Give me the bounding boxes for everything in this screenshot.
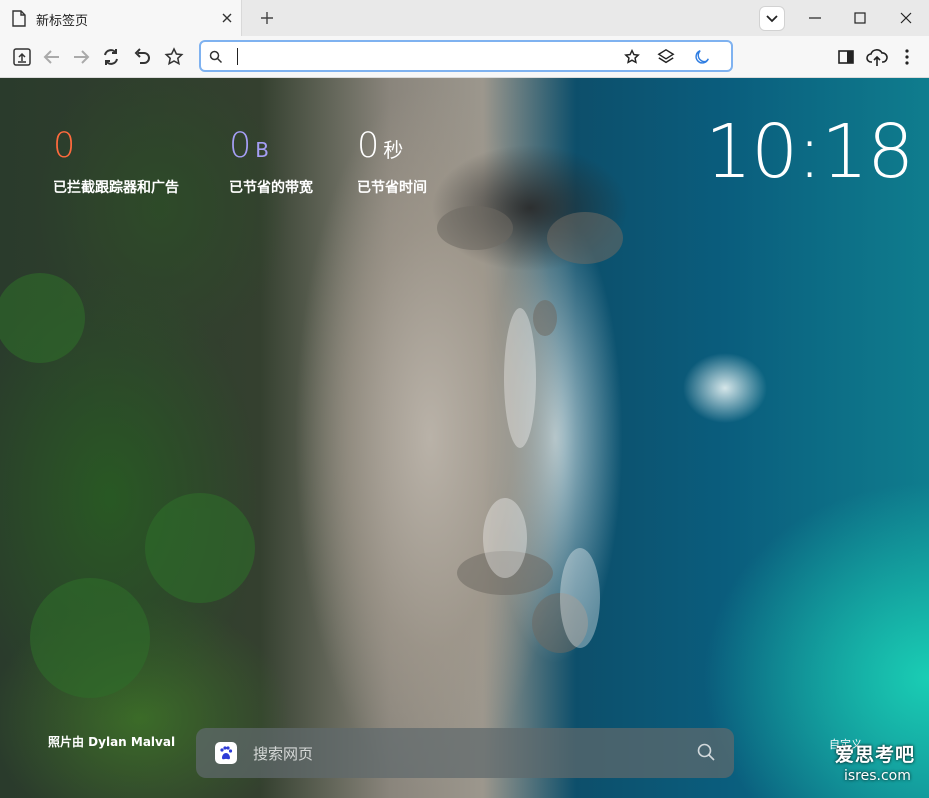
time-value: 0 bbox=[357, 126, 380, 166]
more-vertical-icon[interactable] bbox=[895, 45, 919, 69]
watermark-line2: isres.com bbox=[844, 768, 911, 784]
undo-icon[interactable] bbox=[130, 45, 154, 69]
bandwidth-caption: 已节省的带宽 bbox=[229, 180, 313, 196]
reload-icon[interactable] bbox=[99, 45, 123, 69]
search-icon[interactable] bbox=[696, 742, 716, 766]
layers-icon[interactable] bbox=[655, 46, 677, 68]
bandwidth-unit: B bbox=[255, 138, 270, 162]
star-icon[interactable] bbox=[621, 46, 643, 68]
new-tab-page: 0 已拦截跟踪器和广告 0B 已节省的带宽 0秒 已节省时间 10:18 照片由… bbox=[0, 78, 929, 798]
cloud-upload-icon[interactable] bbox=[865, 45, 889, 69]
back-arrow-icon[interactable] bbox=[40, 45, 64, 69]
time-unit: 秒 bbox=[383, 138, 404, 162]
watermark: 爱思考吧 isres.com bbox=[835, 740, 915, 784]
page-icon bbox=[12, 10, 26, 31]
stat-bandwidth: 0B 已节省的带宽 bbox=[229, 126, 313, 196]
time-caption: 已节省时间 bbox=[357, 180, 427, 196]
tab-title: 新标签页 bbox=[36, 14, 89, 29]
search-box[interactable]: 搜索网页 bbox=[196, 728, 734, 778]
chevron-down-icon[interactable] bbox=[759, 6, 785, 31]
plus-icon[interactable] bbox=[256, 7, 278, 29]
watermark-line1: 爱思考吧 bbox=[835, 744, 916, 766]
clock: 10:18 bbox=[705, 109, 914, 195]
tab-new-tab[interactable]: 新标签页 bbox=[0, 0, 242, 36]
address-input[interactable] bbox=[239, 46, 619, 68]
photo-credit[interactable]: 照片由 Dylan Malval bbox=[48, 733, 175, 750]
maximize-icon[interactable] bbox=[848, 6, 872, 30]
close-window-icon[interactable] bbox=[894, 6, 918, 30]
upload-page-icon[interactable] bbox=[10, 45, 34, 69]
search-placeholder: 搜索网页 bbox=[253, 745, 314, 763]
forward-arrow-icon[interactable] bbox=[69, 45, 93, 69]
moon-icon[interactable] bbox=[691, 46, 713, 68]
close-icon[interactable] bbox=[218, 9, 236, 27]
trackers-count: 0 bbox=[53, 126, 76, 166]
address-bar[interactable] bbox=[199, 40, 733, 72]
trackers-caption: 已拦截跟踪器和广告 bbox=[53, 180, 179, 196]
minimize-icon[interactable] bbox=[803, 6, 827, 30]
search-icon bbox=[209, 49, 223, 68]
bookmark-star-icon[interactable] bbox=[162, 45, 186, 69]
sidebar-icon[interactable] bbox=[834, 45, 858, 69]
stat-time: 0秒 已节省时间 bbox=[357, 126, 427, 196]
tab-strip: 新标签页 bbox=[0, 0, 929, 36]
text-caret bbox=[237, 48, 238, 65]
baidu-paw-icon[interactable] bbox=[215, 742, 237, 764]
bandwidth-value: 0 bbox=[229, 126, 252, 166]
toolbar bbox=[0, 36, 929, 78]
stat-trackers: 0 已拦截跟踪器和广告 bbox=[53, 126, 179, 196]
